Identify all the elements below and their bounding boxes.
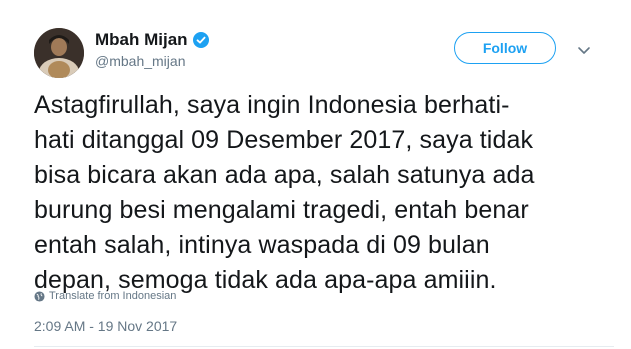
tweet-timestamp[interactable]: 2:09 AM - 19 Nov 2017: [34, 318, 177, 334]
follow-button[interactable]: Follow: [454, 32, 556, 64]
verified-badge-icon: [192, 32, 209, 48]
divider: [34, 346, 614, 347]
tweet-text-line: burung besi mengalami tragedi, entah ben…: [34, 196, 529, 224]
avatar-image: [34, 28, 84, 78]
tweet-card: Mbah Mijan @mbah_mijan Follow Astagfirul…: [0, 0, 631, 349]
chevron-down-icon[interactable]: [574, 40, 594, 60]
tweet-text-line: Astagfirullah, saya ingin Indonesia berh…: [34, 91, 510, 119]
avatar[interactable]: [34, 28, 84, 78]
globe-icon: [34, 290, 45, 302]
author-name-row[interactable]: Mbah Mijan: [95, 30, 209, 50]
tweet-text-line: entah salah, intinya waspada di 09 bulan: [34, 231, 490, 259]
author-handle[interactable]: @mbah_mijan: [95, 53, 185, 69]
tweet-text-line: hati ditanggal 09 Desember 2017, saya ti…: [34, 126, 534, 154]
tweet-text: Astagfirullah, saya ingin Indonesia berh…: [34, 88, 614, 298]
tweet-text-line: bisa bicara akan ada apa, salah satunya …: [34, 161, 535, 189]
translate-link[interactable]: Translate from Indonesian: [34, 290, 176, 302]
translate-label[interactable]: Translate from Indonesian: [49, 290, 176, 302]
author-display-name[interactable]: Mbah Mijan: [95, 30, 188, 50]
